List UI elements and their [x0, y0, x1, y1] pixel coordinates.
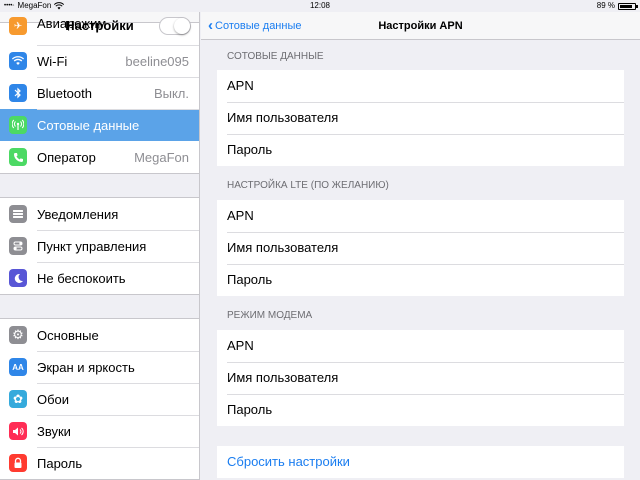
sidebar-item-general[interactable]: ⚙ Основные — [0, 319, 199, 351]
bluetooth-icon — [9, 84, 27, 102]
page-title: Настройки APN — [378, 20, 463, 32]
password-field[interactable]: Пароль — [217, 134, 624, 166]
sidebar-item-cellular[interactable]: Сотовые данные — [0, 109, 199, 141]
airplane-icon: ✈ — [9, 17, 27, 35]
lock-icon — [9, 454, 27, 472]
sidebar-item-notifications[interactable]: Уведомления — [0, 198, 199, 230]
sidebar-group-connectivity: ✈ Авиарежим Wi-Fi beeline095 Bluetooth В… — [0, 16, 199, 174]
sidebar-item-label: Экран и яркость — [37, 359, 135, 375]
sounds-icon — [9, 422, 27, 440]
sidebar-item-label: Звуки — [37, 423, 71, 439]
sidebar-group-notifications: Уведомления Пункт управления Не беспокои… — [0, 197, 199, 295]
sidebar-item-control-center[interactable]: Пункт управления — [0, 230, 199, 262]
section-header-hotspot: РЕЖИМ МОДЕМА — [227, 310, 313, 321]
apn-group-hotspot: APN Имя пользователя Пароль — [217, 330, 624, 426]
status-bar: ••••◦ MegaFon 12:08 89 % — [0, 0, 640, 12]
sidebar-item-label: Основные — [37, 327, 99, 343]
section-header-lte: НАСТРОЙКА LTE (ПО ЖЕЛАНИЮ) — [227, 180, 389, 191]
sidebar-item-label: Сотовые данные — [37, 117, 140, 133]
sidebar-item-passcode[interactable]: Пароль — [0, 447, 199, 479]
sidebar-item-label: Пароль — [37, 455, 83, 471]
username-field[interactable]: Имя пользователя — [217, 362, 624, 394]
phone-icon — [9, 148, 27, 166]
battery-percent: 89 % — [596, 1, 615, 10]
status-time: 12:08 — [309, 1, 331, 10]
gear-icon: ⚙ — [9, 326, 27, 344]
wifi-icon — [9, 52, 27, 70]
wallpaper-icon: ✿ — [9, 390, 27, 408]
battery-fill — [620, 4, 633, 8]
control-center-icon — [9, 237, 27, 255]
sidebar-item-do-not-disturb[interactable]: Не беспокоить — [0, 262, 199, 294]
sidebar-item-sounds[interactable]: Звуки — [0, 415, 199, 447]
apn-group-cellular: APN Имя пользователя Пароль — [217, 70, 624, 166]
apn-field[interactable]: APN — [217, 330, 624, 362]
status-bar-right: 89 % — [596, 0, 638, 12]
apn-field[interactable]: APN — [217, 70, 624, 102]
sidebar-group-general: ⚙ Основные AA Экран и яркость ✿ Обои Зву… — [0, 318, 199, 480]
operator-value: MegaFon — [134, 149, 189, 165]
sidebar-item-label: Оператор — [37, 149, 96, 165]
sidebar-item-wifi[interactable]: Wi-Fi beeline095 — [0, 45, 199, 77]
reset-settings-button[interactable]: Сбросить настройки — [217, 446, 624, 478]
apn-field[interactable]: APN — [217, 200, 624, 232]
battery-icon — [618, 2, 638, 10]
section-header-cellular: СОТОВЫЕ ДАННЫЕ — [227, 51, 324, 62]
sidebar-item-display[interactable]: AA Экран и яркость — [0, 351, 199, 383]
sidebar-item-operator[interactable]: Оператор MegaFon — [0, 141, 199, 173]
apn-nav-bar: ‹ Сотовые данные Настройки APN — [201, 12, 640, 40]
settings-sidebar: Настройки ✈ Авиарежим Wi-Fi beeline095 B… — [0, 12, 200, 480]
sidebar-item-label: Авиарежим — [37, 16, 107, 31]
notifications-icon — [9, 205, 27, 223]
display-brightness-icon: AA — [9, 358, 27, 376]
sidebar-item-airplane[interactable]: ✈ Авиарежим — [0, 16, 199, 45]
sidebar-item-label: Bluetooth — [37, 85, 92, 101]
password-field[interactable]: Пароль — [217, 394, 624, 426]
username-field[interactable]: Имя пользователя — [217, 232, 624, 264]
sidebar-item-label: Wi-Fi — [37, 53, 68, 69]
sidebar-item-label: Обои — [37, 391, 70, 407]
bluetooth-status-value: Выкл. — [153, 85, 189, 101]
wifi-network-value: beeline095 — [125, 53, 189, 69]
sidebar-item-label: Уведомления — [37, 206, 119, 222]
apn-group-lte: APN Имя пользователя Пароль — [217, 200, 624, 296]
sidebar-item-bluetooth[interactable]: Bluetooth Выкл. — [0, 77, 199, 109]
moon-icon — [9, 269, 27, 287]
airplane-toggle[interactable] — [159, 17, 191, 35]
username-field[interactable]: Имя пользователя — [217, 102, 624, 134]
sidebar-item-label: Пункт управления — [37, 238, 147, 254]
apn-settings-pane: ‹ Сотовые данные Настройки APN СОТОВЫЕ Д… — [201, 12, 640, 480]
cellular-icon — [9, 116, 27, 134]
password-field[interactable]: Пароль — [217, 264, 624, 296]
sidebar-item-wallpaper[interactable]: ✿ Обои — [0, 383, 199, 415]
sidebar-item-label: Не беспокоить — [37, 270, 126, 286]
toggle-knob — [174, 18, 190, 34]
